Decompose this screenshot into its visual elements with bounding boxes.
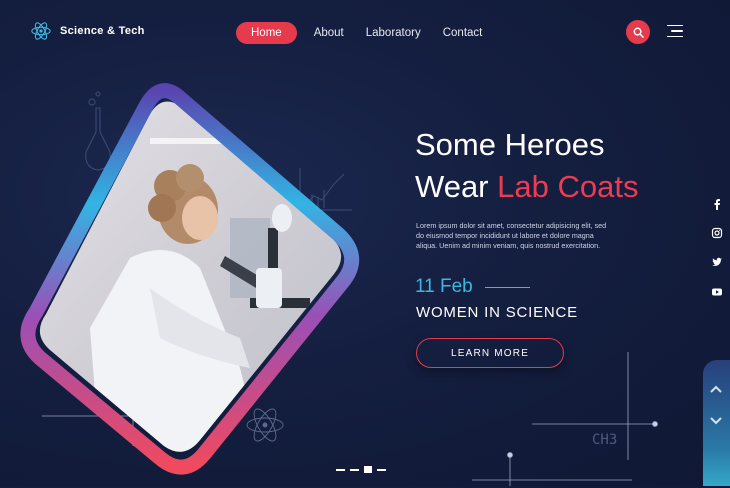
- hero-title-line1: Some Heroes: [415, 127, 605, 162]
- event-date: 11 Feb: [415, 276, 473, 297]
- event-title: WOMEN IN SCIENCE: [416, 304, 578, 321]
- slide-indicator-4[interactable]: [377, 468, 386, 471]
- date-divider: [484, 286, 530, 288]
- flask-doodle: [85, 107, 111, 171]
- nav-item-laboratory[interactable]: Laboratory: [355, 22, 432, 44]
- event-date-row: 11 Feb: [415, 276, 530, 298]
- brand-logo[interactable]: Science & Tech: [30, 20, 145, 42]
- slider-pagination: [336, 466, 386, 473]
- hero-description: Lorem ipsum dolor sit amet, consectetur …: [416, 221, 607, 250]
- twitter-icon[interactable]: [711, 256, 723, 268]
- nav-item-contact[interactable]: Contact: [432, 22, 494, 44]
- decorative-doodles: [42, 91, 658, 486]
- hamburger-menu-icon[interactable]: [667, 25, 683, 38]
- atom-doodle: [246, 408, 284, 442]
- chevron-down-icon: [710, 417, 722, 425]
- graph-doodle: [299, 168, 352, 211]
- formula-doodle: CH3: [592, 432, 618, 448]
- hero-title-accent: Lab Coats: [497, 169, 639, 204]
- hero-title: Some Heroes Wear Lab Coats: [415, 124, 638, 208]
- slide-indicator-1[interactable]: [336, 468, 345, 471]
- brand-name: Science & Tech: [60, 25, 145, 37]
- youtube-icon[interactable]: [711, 286, 723, 298]
- scroll-up-button[interactable]: [706, 383, 726, 397]
- nav-item-about[interactable]: About: [303, 22, 355, 44]
- slide-indicator-2[interactable]: [350, 468, 359, 471]
- hero-image: [20, 83, 360, 475]
- search-icon: [633, 27, 644, 38]
- search-button[interactable]: [626, 20, 650, 44]
- chevron-up-icon: [710, 385, 722, 393]
- scroll-down-button[interactable]: [706, 413, 726, 427]
- atom-icon: [31, 22, 51, 40]
- facebook-icon[interactable]: [711, 198, 723, 210]
- learn-more-button[interactable]: LEARN MORE: [416, 338, 564, 368]
- nav-item-home[interactable]: Home: [236, 22, 297, 44]
- hero-title-line2-prefix: Wear: [415, 169, 498, 204]
- slide-indicator-3[interactable]: [364, 466, 372, 473]
- main-nav: Home About Laboratory Contact: [236, 22, 493, 44]
- instagram-icon[interactable]: [711, 227, 723, 239]
